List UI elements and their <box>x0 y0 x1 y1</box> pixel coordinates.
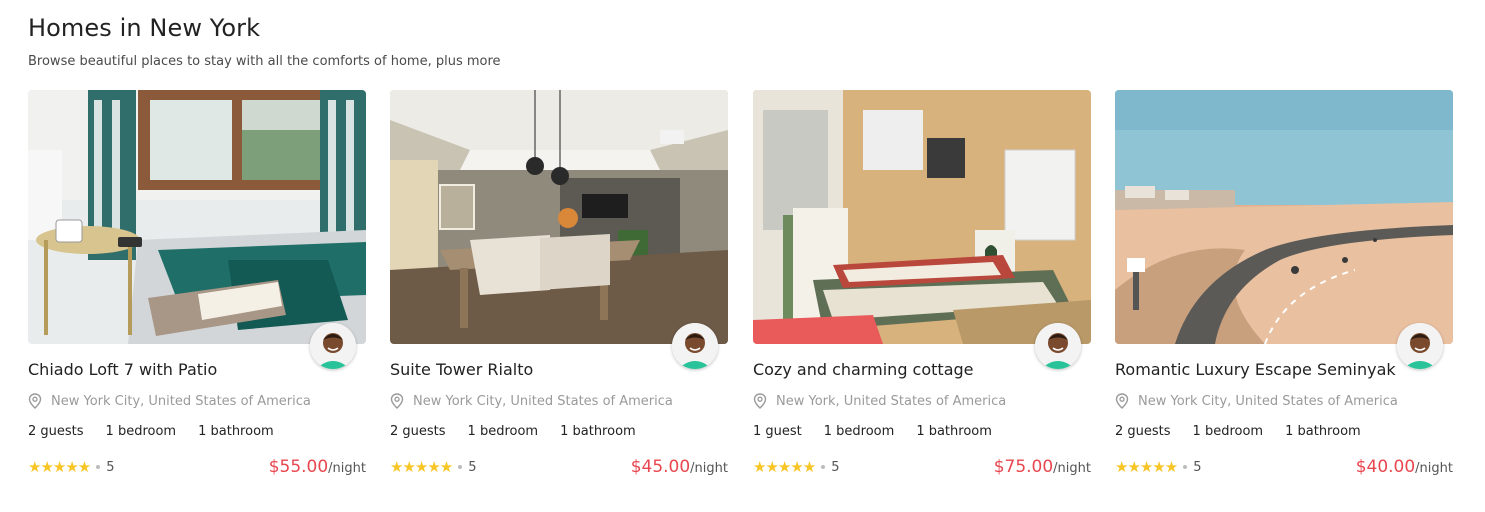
bedrooms-count: 1 bedroom <box>467 424 539 439</box>
location-text: New York, United States of America <box>776 393 1007 409</box>
listing-card[interactable]: Romantic Luxury Escape Seminyak New York… <box>1115 90 1453 490</box>
section-subtitle: Browse beautiful places to stay with all… <box>28 54 501 69</box>
rating-separator <box>821 465 826 469</box>
star-icon: ★★★★★ <box>1115 458 1178 476</box>
listing-specs: 2 guests 1 bedroom 1 bathroom <box>390 424 658 439</box>
listing-photo-beach[interactable] <box>1115 90 1453 344</box>
rating-separator <box>458 465 463 469</box>
listing-title[interactable]: Cozy and charming cottage <box>753 360 974 379</box>
host-avatar[interactable] <box>1035 323 1081 369</box>
guests-count: 2 guests <box>28 424 84 439</box>
star-icon: ★★★★★ <box>28 458 91 476</box>
host-avatar[interactable] <box>1397 323 1443 369</box>
bedrooms-count: 1 bedroom <box>1192 424 1264 439</box>
map-pin-icon <box>390 393 404 409</box>
guests-count: 2 guests <box>1115 424 1171 439</box>
guests-count: 2 guests <box>390 424 446 439</box>
price-unit: /night <box>690 461 728 476</box>
listing-photo-bedroom[interactable] <box>28 90 366 344</box>
bedrooms-count: 1 bedroom <box>105 424 177 439</box>
listing-title[interactable]: Suite Tower Rialto <box>390 360 533 379</box>
listing-price: $75.00/night <box>994 457 1091 477</box>
map-pin-icon <box>753 393 767 409</box>
listing-card[interactable]: Chiado Loft 7 with Patio New York City, … <box>28 90 366 490</box>
rating-value: 5 <box>1193 459 1202 475</box>
rating-value: 5 <box>468 459 477 475</box>
price-unit: /night <box>1415 461 1453 476</box>
rating-separator <box>1183 465 1188 469</box>
bathrooms-count: 1 bathroom <box>198 424 274 439</box>
bathrooms-count: 1 bathroom <box>916 424 992 439</box>
listing-specs: 2 guests 1 bedroom 1 bathroom <box>28 424 296 439</box>
rating: ★★★★★ 5 <box>1115 458 1202 476</box>
rating-value: 5 <box>106 459 115 475</box>
price-amount: $75.00 <box>993 457 1054 477</box>
host-avatar[interactable] <box>672 323 718 369</box>
star-icon: ★★★★★ <box>753 458 816 476</box>
listing-photo-desk[interactable] <box>753 90 1091 344</box>
listing-location: New York City, United States of America <box>28 393 311 409</box>
listing-title[interactable]: Romantic Luxury Escape Seminyak <box>1115 360 1396 379</box>
listing-card[interactable]: Suite Tower Rialto New York City, United… <box>390 90 728 490</box>
listing-photo-dining-room[interactable] <box>390 90 728 344</box>
listing-title[interactable]: Chiado Loft 7 with Patio <box>28 360 217 379</box>
location-text: New York City, United States of America <box>413 393 673 409</box>
price-unit: /night <box>328 461 366 476</box>
rating-separator <box>96 465 101 469</box>
listing-location: New York, United States of America <box>753 393 1006 409</box>
price-unit: /night <box>1053 461 1091 476</box>
listing-price: $45.00/night <box>631 457 728 477</box>
rating: ★★★★★ 5 <box>390 458 477 476</box>
price-amount: $45.00 <box>630 457 691 477</box>
listing-cards: Chiado Loft 7 with Patio New York City, … <box>28 90 1454 490</box>
rating: ★★★★★ 5 <box>753 458 840 476</box>
listing-card[interactable]: Cozy and charming cottage New York, Unit… <box>753 90 1091 490</box>
section-title: Homes in New York <box>28 14 261 42</box>
location-text: New York City, United States of America <box>1138 393 1398 409</box>
star-icon: ★★★★★ <box>390 458 453 476</box>
listing-price: $40.00/night <box>1356 457 1453 477</box>
listing-location: New York City, United States of America <box>1115 393 1398 409</box>
bathrooms-count: 1 bathroom <box>1285 424 1361 439</box>
price-amount: $55.00 <box>268 457 329 477</box>
map-pin-icon <box>1115 393 1129 409</box>
map-pin-icon <box>28 393 42 409</box>
listing-price: $55.00/night <box>269 457 366 477</box>
listing-location: New York City, United States of America <box>390 393 673 409</box>
guests-count: 1 guest <box>753 424 802 439</box>
bathrooms-count: 1 bathroom <box>560 424 636 439</box>
listing-specs: 1 guest 1 bedroom 1 bathroom <box>753 424 1014 439</box>
rating: ★★★★★ 5 <box>28 458 115 476</box>
price-amount: $40.00 <box>1355 457 1416 477</box>
listing-specs: 2 guests 1 bedroom 1 bathroom <box>1115 424 1383 439</box>
location-text: New York City, United States of America <box>51 393 311 409</box>
host-avatar[interactable] <box>310 323 356 369</box>
bedrooms-count: 1 bedroom <box>823 424 895 439</box>
rating-value: 5 <box>831 459 840 475</box>
